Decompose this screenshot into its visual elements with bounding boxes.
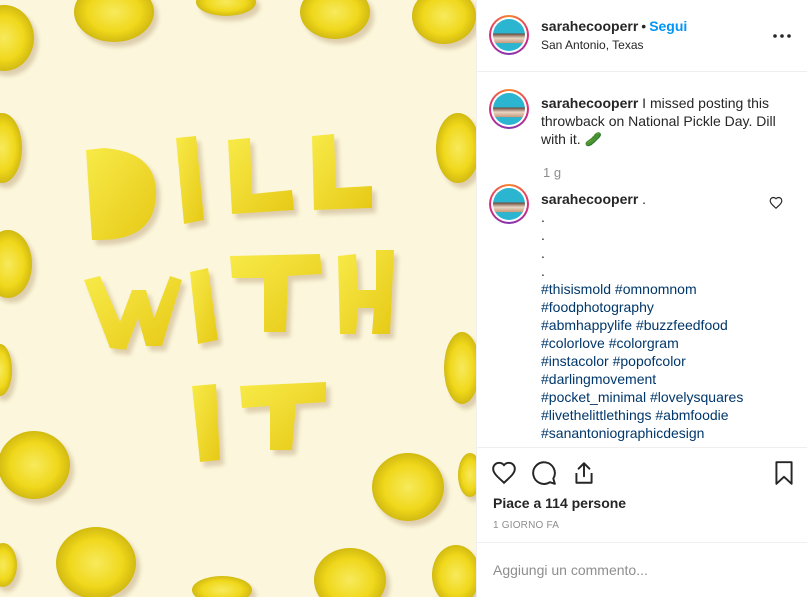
comment-username[interactable]: sarahecooperr — [541, 191, 638, 207]
caption-time[interactable]: 1 g — [543, 165, 561, 180]
post-sidebar: sarahecooperr • Segui San Antonio, Texas s… — [476, 0, 807, 597]
caption: sarahecooperr I missed posting this thro… — [541, 94, 791, 148]
comment-dot-line: . — [541, 227, 545, 243]
add-comment-bar — [477, 542, 807, 597]
dill-with-it-lettering — [84, 134, 394, 462]
post-photo[interactable] — [0, 0, 476, 597]
follow-button[interactable]: Segui — [649, 18, 687, 34]
follow-separator: • — [641, 18, 647, 34]
comment-like-heart-icon[interactable] — [769, 196, 783, 210]
comment-dot-line: . — [541, 209, 545, 225]
avatar-image — [493, 93, 525, 125]
avatar-image — [493, 188, 525, 220]
hashtag-line[interactable]: #sanantoniographicdesign — [541, 424, 761, 442]
heart-icon[interactable] — [491, 460, 517, 486]
hashtag-line[interactable]: #colorlove #colorgram — [541, 334, 761, 352]
action-bar: Piace a 114 persone 1 GIORNO FA — [477, 447, 807, 542]
pickle-photo-art — [0, 0, 476, 597]
comment-dot-line: . — [541, 263, 545, 279]
caption-username[interactable]: sarahecooperr — [541, 95, 638, 111]
header-user-line: sarahecooperr • Segui — [541, 18, 687, 34]
comment-input[interactable] — [493, 559, 783, 581]
hashtag-line[interactable]: #livethelittlethings #abmfoodie — [541, 406, 761, 424]
hashtag-line[interactable]: #thisismold #omnomnom — [541, 280, 761, 298]
caption-avatar[interactable] — [489, 89, 529, 129]
post-time-ago[interactable]: 1 GIORNO FA — [493, 520, 559, 531]
more-options-icon[interactable] — [772, 26, 792, 46]
hashtag-line[interactable]: #abmhappylife #buzzfeedfood — [541, 316, 761, 334]
avatar-image — [493, 19, 525, 51]
likes-count[interactable]: Piace a 114 persone — [493, 495, 626, 511]
comment-text-first: . — [642, 191, 647, 207]
hashtag-line[interactable]: #darlingmovement — [541, 370, 761, 388]
hashtag-line[interactable]: #instacolor #popofcolor — [541, 352, 761, 370]
header-username[interactable]: sarahecooperr — [541, 18, 638, 34]
pickle-slices — [0, 0, 476, 597]
hashtag-line[interactable]: #pocket_minimal #lovelysquares — [541, 388, 761, 406]
comments-section[interactable]: sarahecooperr I missed posting this thro… — [477, 72, 807, 447]
comment-icon[interactable] — [531, 460, 557, 486]
comment-dot-line: . — [541, 245, 545, 261]
cucumber-emoji: 🥒 — [584, 131, 603, 147]
comment: sarahecooperr . . . . . #thisismold #omn… — [541, 190, 761, 442]
location-link[interactable]: San Antonio, Texas — [541, 38, 644, 52]
share-icon[interactable] — [571, 460, 597, 486]
comment-avatar[interactable] — [489, 184, 529, 224]
post-header: sarahecooperr • Segui San Antonio, Texas — [477, 0, 807, 72]
bookmark-icon[interactable] — [771, 460, 797, 486]
hashtag-line[interactable]: #foodphotography — [541, 298, 761, 316]
avatar[interactable] — [489, 15, 529, 55]
